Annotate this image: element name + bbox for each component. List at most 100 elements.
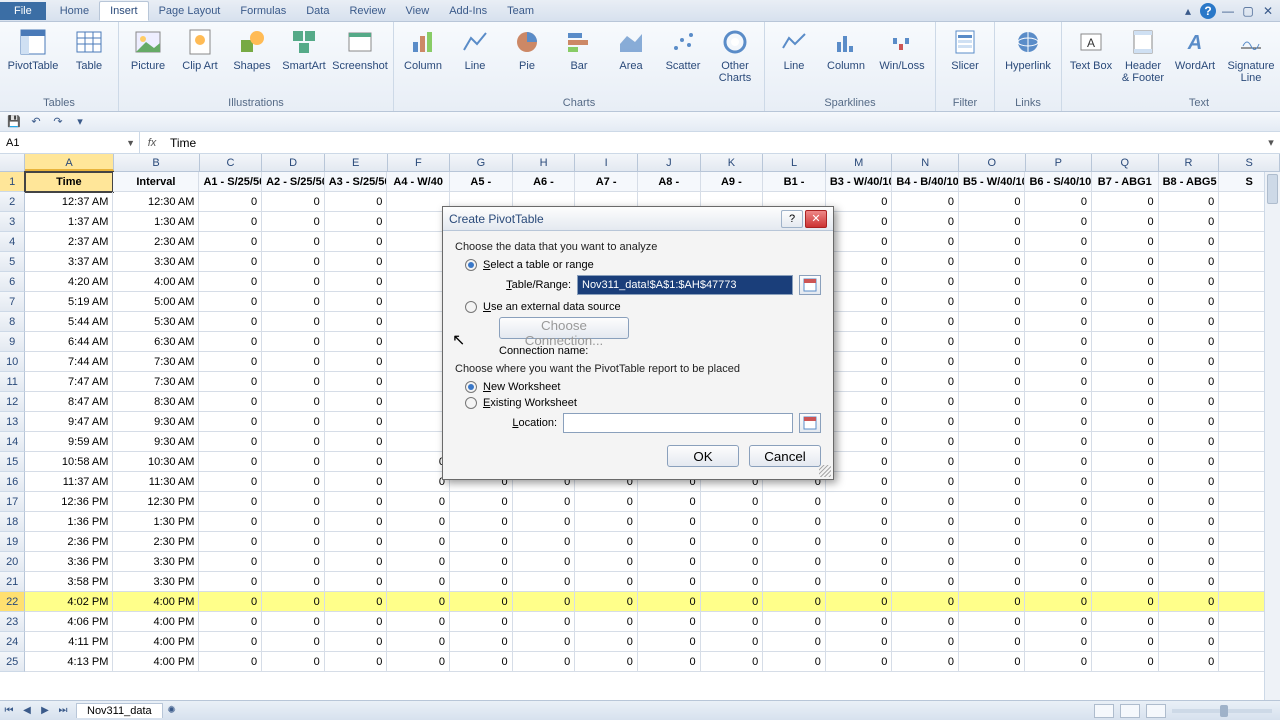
column-header-Q[interactable]: Q	[1092, 154, 1159, 171]
wordart-button[interactable]: AWordArt	[1170, 24, 1220, 74]
row-header[interactable]: 10	[0, 352, 25, 372]
cell[interactable]: 0	[513, 632, 576, 652]
window-minimize-icon[interactable]: —	[1220, 3, 1236, 19]
cell[interactable]: 11:30 AM	[113, 472, 199, 492]
cell[interactable]: 0	[1159, 572, 1220, 592]
cell[interactable]: 0	[892, 252, 959, 272]
cell[interactable]	[387, 292, 450, 312]
column-header-I[interactable]: I	[575, 154, 638, 171]
cell[interactable]: 0	[199, 292, 262, 312]
cell[interactable]: 0	[575, 532, 638, 552]
dialog-resize-handle[interactable]	[819, 465, 831, 477]
cell[interactable]: 0	[513, 612, 576, 632]
cell[interactable]: 0	[1159, 492, 1220, 512]
header-cell[interactable]: A2 - S/25/50	[262, 172, 325, 192]
window-restore-icon[interactable]: ▢	[1240, 3, 1256, 19]
cell[interactable]: 0	[575, 632, 638, 652]
cell[interactable]: 0	[199, 492, 262, 512]
column-header-D[interactable]: D	[262, 154, 325, 171]
tab-review[interactable]: Review	[339, 2, 395, 20]
cell[interactable]: 0	[892, 212, 959, 232]
cell[interactable]: 0	[575, 652, 638, 672]
cell[interactable]: 9:30 AM	[113, 412, 199, 432]
cell[interactable]: 2:37 AM	[25, 232, 113, 252]
cell[interactable]: 4:00 PM	[113, 632, 199, 652]
cell[interactable]: 0	[959, 312, 1026, 332]
cell[interactable]: 0	[763, 532, 826, 552]
pivottable-button[interactable]: PivotTable	[4, 24, 62, 74]
cell[interactable]: 0	[1159, 532, 1220, 552]
cell[interactable]: 3:36 PM	[25, 552, 113, 572]
row-header[interactable]: 24	[0, 632, 25, 652]
cell[interactable]: 0	[892, 292, 959, 312]
cell[interactable]: 0	[199, 212, 262, 232]
cell[interactable]: 5:19 AM	[25, 292, 113, 312]
cell[interactable]: 0	[1025, 232, 1092, 252]
row-header[interactable]: 19	[0, 532, 25, 552]
chart-line-button[interactable]: Line	[450, 24, 500, 74]
tab-home[interactable]: Home	[50, 2, 99, 20]
cell[interactable]: 0	[1092, 292, 1159, 312]
cell[interactable]: 0	[1025, 652, 1092, 672]
cell[interactable]: 0	[826, 632, 893, 652]
tab-data[interactable]: Data	[296, 2, 339, 20]
cell[interactable]: 0	[1092, 532, 1159, 552]
cell[interactable]: 0	[826, 592, 893, 612]
cell[interactable]: 0	[199, 372, 262, 392]
cell[interactable]: 0	[1159, 412, 1220, 432]
cell[interactable]: 0	[826, 572, 893, 592]
header-cell[interactable]: A4 - W/40	[387, 172, 450, 192]
row-header[interactable]: 4	[0, 232, 25, 252]
cell[interactable]: 0	[1092, 632, 1159, 652]
header-cell[interactable]: Interval	[113, 172, 199, 192]
cell[interactable]: 0	[325, 392, 388, 412]
chart-other-button[interactable]: Other Charts	[710, 24, 760, 86]
cell[interactable]: 5:44 AM	[25, 312, 113, 332]
cell[interactable]: 0	[701, 592, 764, 612]
cell[interactable]: 0	[1159, 312, 1220, 332]
cell[interactable]: 0	[1092, 252, 1159, 272]
cell[interactable]: 0	[513, 572, 576, 592]
cell[interactable]: 0	[892, 452, 959, 472]
chart-scatter-button[interactable]: Scatter	[658, 24, 708, 74]
cell[interactable]: 0	[763, 492, 826, 512]
cell[interactable]: 0	[826, 192, 893, 212]
sheet-nav-last-icon[interactable]: ⏭	[54, 705, 72, 716]
cell[interactable]: 0	[763, 572, 826, 592]
column-header-K[interactable]: K	[701, 154, 764, 171]
row-header[interactable]: 20	[0, 552, 25, 572]
cell[interactable]: 0	[959, 612, 1026, 632]
cell[interactable]: 0	[262, 552, 325, 572]
cell[interactable]: 10:30 AM	[113, 452, 199, 472]
cell[interactable]: 0	[575, 612, 638, 632]
cell[interactable]: 0	[262, 192, 325, 212]
row-header[interactable]: 6	[0, 272, 25, 292]
cell[interactable]: 0	[325, 552, 388, 572]
undo-icon[interactable]: ↶	[28, 114, 44, 130]
cell[interactable]: 0	[892, 632, 959, 652]
cell[interactable]: 0	[325, 432, 388, 452]
cell[interactable]: 0	[262, 532, 325, 552]
sparkline-winloss-button[interactable]: Win/Loss	[873, 24, 931, 74]
cell[interactable]: 4:00 AM	[113, 272, 199, 292]
cell[interactable]: 0	[199, 532, 262, 552]
cell[interactable]: 0	[199, 272, 262, 292]
header-cell[interactable]: B8 - ABG5	[1159, 172, 1220, 192]
cell[interactable]: 0	[826, 452, 893, 472]
cell[interactable]: 0	[199, 572, 262, 592]
cell[interactable]: 0	[892, 372, 959, 392]
view-pagebreak-icon[interactable]	[1146, 704, 1166, 718]
cell[interactable]: 0	[826, 652, 893, 672]
cell[interactable]: 0	[325, 612, 388, 632]
cell[interactable]: 0	[1092, 652, 1159, 672]
row-header[interactable]: 11	[0, 372, 25, 392]
cell[interactable]: 0	[826, 612, 893, 632]
cell[interactable]: 0	[387, 492, 450, 512]
row-header[interactable]: 9	[0, 332, 25, 352]
cell[interactable]: 0	[199, 312, 262, 332]
qat-customize-icon[interactable]: ▾	[72, 114, 88, 130]
cell[interactable]: 0	[826, 252, 893, 272]
cell[interactable]: 0	[1092, 232, 1159, 252]
cell[interactable]: 0	[262, 572, 325, 592]
cell[interactable]: 0	[1159, 372, 1220, 392]
